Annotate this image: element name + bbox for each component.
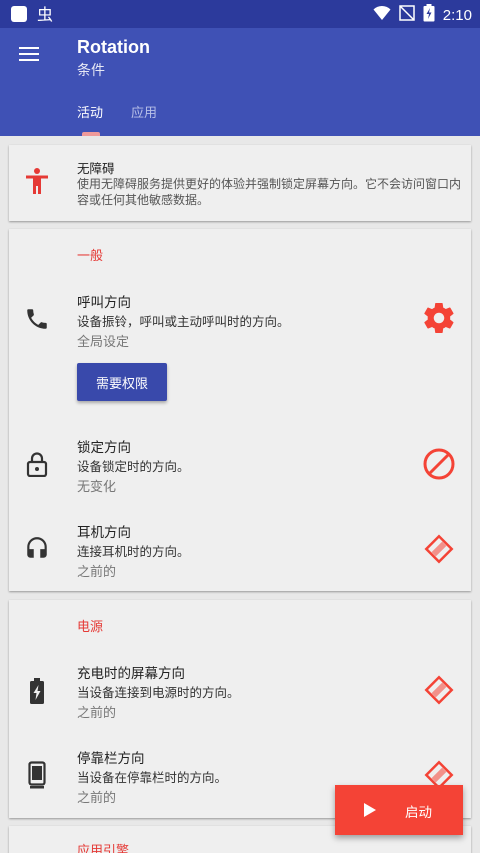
notification-bug-icon: 虫 bbox=[36, 5, 56, 27]
phone-icon bbox=[23, 305, 51, 333]
start-button-label: 启动 bbox=[405, 805, 432, 821]
charging-orientation-title: 充电时的屏幕方向 bbox=[77, 666, 185, 682]
lock-icon bbox=[23, 450, 51, 478]
status-time: 2:10 bbox=[442, 6, 472, 24]
status-bar: 虫 2:10 bbox=[0, 0, 480, 28]
permission-button[interactable]: 需要权限 bbox=[77, 363, 167, 401]
dock-icon bbox=[23, 761, 51, 789]
menu-icon bbox=[19, 47, 39, 61]
section-header-general: 一般 bbox=[77, 249, 104, 264]
wifi-icon bbox=[373, 4, 391, 26]
previous-orientation-icon bbox=[424, 675, 454, 705]
headset-orientation-action[interactable] bbox=[419, 529, 459, 569]
lock-orientation-action[interactable] bbox=[419, 444, 459, 484]
tab-apps[interactable]: 应用 bbox=[131, 102, 157, 121]
play-icon bbox=[364, 803, 376, 817]
general-card: 一般 呼叫方向 设备振铃，呼叫或主动呼叫时的方向。 全局设定 需要权限 锁定方向… bbox=[9, 229, 471, 591]
previous-orientation-icon bbox=[424, 534, 454, 564]
call-orientation-value: 全局设定 bbox=[77, 335, 130, 350]
tab-indicator bbox=[82, 132, 100, 136]
dock-orientation-value: 之前的 bbox=[77, 791, 117, 806]
menu-button[interactable] bbox=[18, 42, 42, 66]
battery-charging-icon bbox=[23, 677, 51, 705]
call-orientation-title: 呼叫方向 bbox=[77, 295, 131, 311]
svg-text:虫: 虫 bbox=[37, 5, 53, 23]
charging-orientation-value: 之前的 bbox=[77, 706, 117, 721]
headphones-icon bbox=[23, 534, 51, 562]
start-button[interactable]: 启动 bbox=[335, 785, 463, 835]
no-signal-icon bbox=[399, 5, 415, 25]
section-header-power: 电源 bbox=[77, 620, 104, 635]
notification-app-icon bbox=[10, 5, 28, 27]
dock-orientation-description: 当设备在停靠栏时的方向。 bbox=[77, 770, 228, 785]
lock-orientation-title: 锁定方向 bbox=[77, 440, 131, 456]
app-subtitle: 条件 bbox=[77, 63, 105, 79]
tab-activity[interactable]: 活动 bbox=[77, 102, 103, 121]
call-orientation-action[interactable] bbox=[419, 298, 459, 338]
app-title: Rotation bbox=[77, 37, 150, 57]
accessibility-icon bbox=[23, 167, 51, 195]
charging-orientation-action[interactable] bbox=[419, 670, 459, 710]
call-orientation-description: 设备振铃，呼叫或主动呼叫时的方向。 bbox=[77, 314, 290, 329]
headset-orientation-title: 耳机方向 bbox=[77, 525, 131, 541]
headset-orientation-value: 之前的 bbox=[77, 565, 117, 580]
dock-orientation-title: 停靠栏方向 bbox=[77, 751, 145, 767]
section-header-app-engine: 应用引擎 bbox=[77, 844, 130, 853]
accessibility-description: 使用无障碍服务提供更好的体验并强制锁定屏幕方向。它不会访问窗口内容或任何其他敏感… bbox=[77, 177, 462, 207]
accessibility-title: 无障碍 bbox=[77, 161, 115, 176]
gear-icon bbox=[424, 303, 454, 334]
accessibility-card[interactable]: 无障碍 使用无障碍服务提供更好的体验并强制锁定屏幕方向。它不会访问窗口内容或任何… bbox=[9, 145, 471, 221]
battery-icon bbox=[423, 4, 435, 26]
headset-orientation-description: 连接耳机时的方向。 bbox=[77, 544, 190, 559]
app-bar: Rotation 条件 活动 应用 bbox=[0, 28, 480, 136]
lock-orientation-value: 无变化 bbox=[77, 480, 117, 495]
charging-orientation-description: 当设备连接到电源时的方向。 bbox=[77, 685, 240, 700]
lock-orientation-description: 设备锁定时的方向。 bbox=[77, 459, 190, 474]
no-change-icon bbox=[423, 448, 455, 480]
